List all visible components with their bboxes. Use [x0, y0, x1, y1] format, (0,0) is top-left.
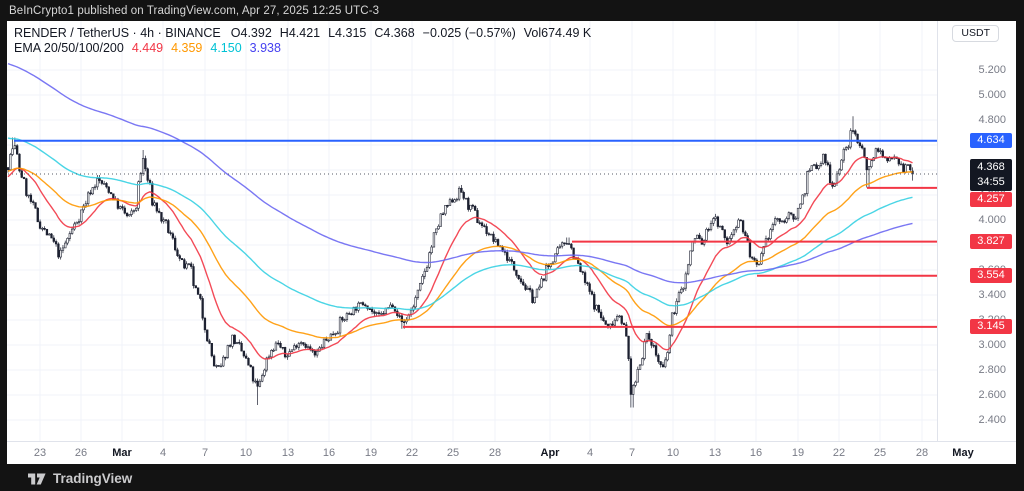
chart-panel: RENDER / TetherUS · 4h · BINANCE O4.392 …: [7, 21, 1016, 464]
price-axis-label: 3.000: [946, 338, 1006, 352]
time-axis-label: 10: [226, 447, 266, 459]
time-axis[interactable]: 2326Mar4710131619222528Apr47101316192225…: [7, 441, 1016, 465]
time-axis-label: 10: [653, 447, 693, 459]
currency-toggle-button[interactable]: USDT: [952, 25, 999, 42]
time-axis-label: 19: [778, 447, 818, 459]
price-axis-label: 5.200: [946, 63, 1006, 77]
ema-indicator-label[interactable]: EMA 20/50/100/200: [14, 41, 124, 56]
ema-indicator-row[interactable]: EMA 20/50/100/200 4.449 4.359 4.150 3.93…: [14, 41, 591, 56]
time-axis-label: Apr: [530, 447, 570, 459]
time-axis-label: 22: [819, 447, 859, 459]
tradingview-logo-icon[interactable]: [28, 471, 46, 486]
symbol-row[interactable]: RENDER / TetherUS · 4h · BINANCE O4.392 …: [14, 26, 591, 41]
time-axis-label: Mar: [102, 447, 142, 459]
page-background: BeInCrypto1 published on TradingView.com…: [0, 0, 1024, 491]
price-axis-label: 3.400: [946, 288, 1006, 302]
time-axis-label: 22: [392, 447, 432, 459]
time-axis-label: May: [943, 447, 983, 459]
time-axis-label: 25: [433, 447, 473, 459]
price-axis-label: 4.000: [946, 213, 1006, 227]
ohlc-close: C4.368: [374, 26, 414, 41]
price-level-label: 4.634: [970, 133, 1012, 148]
grid-lines: [7, 21, 937, 441]
time-axis-label: 19: [351, 447, 391, 459]
time-axis-label: 16: [736, 447, 776, 459]
time-axis-label: 23: [20, 447, 60, 459]
time-axis-label: 4: [570, 447, 610, 459]
price-axis-label: 4.800: [946, 113, 1006, 127]
ema50-value: 4.359: [171, 41, 202, 56]
tradingview-brand-text[interactable]: TradingView: [53, 471, 132, 486]
ema20-line[interactable]: [8, 157, 913, 359]
chart-legend: RENDER / TetherUS · 4h · BINANCE O4.392 …: [14, 26, 591, 56]
ema-lines: [8, 64, 913, 359]
price-axis-label: 2.600: [946, 388, 1006, 402]
time-axis-label: 25: [860, 447, 900, 459]
ohlc-open: O4.392: [231, 26, 272, 41]
ohlc-high: H4.421: [280, 26, 320, 41]
time-axis-label: 13: [268, 447, 308, 459]
price-axis[interactable]: 5.2005.0004.8004.6004.4004.2004.0003.800…: [937, 21, 1017, 441]
ohlc-low: L4.315: [328, 26, 366, 41]
volume-value: Vol674.49 K: [524, 26, 591, 41]
price-change: −0.025 (−0.57%): [423, 26, 516, 41]
current-price-value: 4.368: [970, 160, 1012, 175]
ema200-value: 3.938: [250, 41, 281, 56]
price-level-label: 3.827: [970, 234, 1012, 249]
price-level-label: 3.145: [970, 319, 1012, 334]
candlestick-chart[interactable]: [7, 21, 937, 441]
ema20-value: 4.449: [132, 41, 163, 56]
price-axis-label: 2.400: [946, 413, 1006, 427]
attribution-bar: BeInCrypto1 published on TradingView.com…: [9, 2, 379, 19]
candles: [7, 116, 913, 407]
time-axis-label: 4: [143, 447, 183, 459]
bar-countdown: 34:55: [970, 175, 1012, 190]
time-axis-label: 7: [185, 447, 225, 459]
time-axis-label: 28: [902, 447, 942, 459]
time-axis-label: 28: [475, 447, 515, 459]
price-level-label: 4.257: [970, 192, 1012, 207]
time-axis-label: 16: [309, 447, 349, 459]
time-axis-label: 26: [61, 447, 101, 459]
symbol-title[interactable]: RENDER / TetherUS · 4h · BINANCE: [14, 26, 221, 41]
price-axis-label: 5.000: [946, 88, 1006, 102]
ema100-value: 4.150: [210, 41, 241, 56]
footer-bar: TradingView: [28, 468, 132, 488]
time-axis-label: 7: [612, 447, 652, 459]
attribution-text: BeInCrypto1 published on TradingView.com…: [9, 5, 379, 17]
price-level-label: 3.554: [970, 268, 1012, 283]
current-price-label: 4.36834:55: [970, 159, 1012, 191]
price-axis-label: 2.800: [946, 363, 1006, 377]
time-axis-label: 13: [695, 447, 735, 459]
